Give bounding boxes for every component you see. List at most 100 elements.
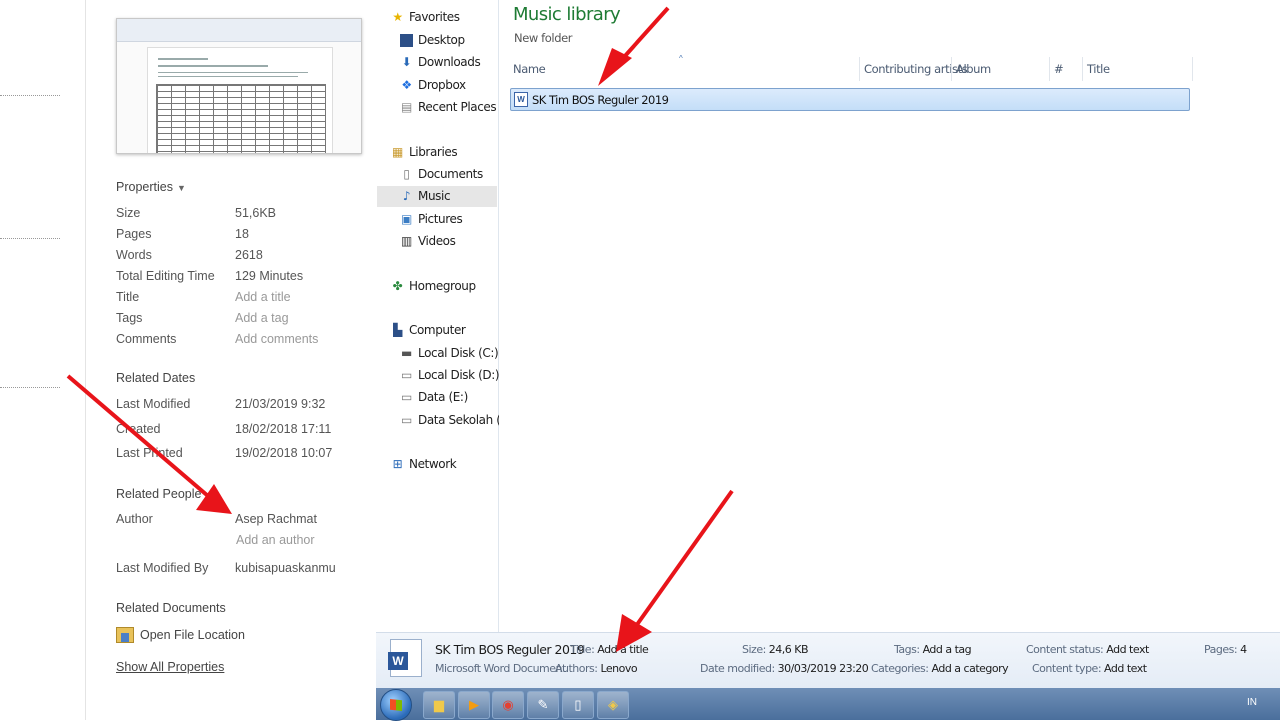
details-filename: SK Tim BOS Reguler 2019 <box>435 642 585 657</box>
nav-music[interactable]: ♪ Music <box>400 188 451 203</box>
nav-local-disk-c[interactable]: ▬ Local Disk (C:) <box>400 345 499 360</box>
details-date-modified-label: Date modified: <box>700 662 775 675</box>
folder-icon: ▆ <box>434 697 444 712</box>
tags-field[interactable]: Add a tag <box>235 311 289 325</box>
prop-value-words: 2618 <box>235 248 263 262</box>
show-all-properties-link[interactable]: Show All Properties <box>116 660 224 674</box>
file-name: SK Tim BOS Reguler 2019 <box>532 92 669 107</box>
prop-label: Size <box>116 206 141 220</box>
author-label: Author <box>116 512 153 526</box>
desktop-icon <box>400 33 413 47</box>
start-button[interactable] <box>380 689 412 721</box>
related-documents-header: Related Documents <box>116 601 226 615</box>
details-size-label: Size: <box>742 643 766 656</box>
details-authors-label: Authors: <box>555 662 598 675</box>
drive-icon: ▬ <box>401 345 412 360</box>
dropbox-icon: ❖ <box>401 77 412 92</box>
details-date-modified-value[interactable]: 30/03/2019 23:20 <box>778 662 869 675</box>
author-value[interactable]: Asep Rachmat <box>235 512 317 526</box>
libraries-icon: ▦ <box>392 144 403 159</box>
column-header-album[interactable]: Album <box>956 62 991 76</box>
comments-field[interactable]: Add comments <box>235 332 318 346</box>
nav-data-e[interactable]: ▭ Data (E:) <box>400 390 468 404</box>
app-icon: ✎ <box>537 697 549 712</box>
videos-icon: ▥ <box>401 233 412 248</box>
column-header-name[interactable]: Name <box>513 62 546 76</box>
date-value-created: 18/02/2018 17:11 <box>235 422 332 436</box>
nav-favorites[interactable]: ★ Favorites <box>391 10 460 24</box>
taskbar-explorer-button[interactable]: ▆ <box>423 691 455 719</box>
taskbar-app-button[interactable]: ▯ <box>562 691 594 719</box>
nav-computer[interactable]: ▙ Computer <box>391 323 466 337</box>
nav-data-sekolah-f[interactable]: ▭ Data Sekolah (F:) <box>400 413 514 427</box>
word-document-icon: W <box>514 92 528 107</box>
details-pane: SK Tim BOS Reguler 2019 Microsoft Word D… <box>376 632 1280 689</box>
nav-desktop[interactable]: Desktop <box>400 33 465 47</box>
file-row[interactable]: W SK Tim BOS Reguler 2019 <box>510 88 1190 111</box>
date-label: Created <box>116 422 161 436</box>
media-player-icon: ▶ <box>469 697 479 712</box>
nav-videos[interactable]: ▥ Videos <box>400 233 456 248</box>
details-content-status-value[interactable]: Add text <box>1106 643 1149 656</box>
drive-icon: ▭ <box>401 389 412 404</box>
document-thumbnail[interactable] <box>116 18 362 154</box>
word-document-icon <box>388 639 422 677</box>
nav-recent-places[interactable]: ▤ Recent Places <box>400 100 497 114</box>
details-content-type-label: Content type: <box>1032 662 1102 675</box>
open-file-location-label: Open File Location <box>140 628 245 642</box>
related-people-header: Related People <box>116 487 202 501</box>
folder-icon <box>116 627 134 643</box>
title-field[interactable]: Add a title <box>235 290 291 304</box>
details-title-value[interactable]: Add a title <box>597 643 649 656</box>
divider <box>0 238 60 239</box>
details-content-type-value[interactable]: Add text <box>1104 662 1147 675</box>
sort-up-icon: ^ <box>679 54 683 63</box>
details-title-label: Title: <box>570 643 595 656</box>
network-icon: ⊞ <box>392 456 403 471</box>
details-size-value: 24,6 KB <box>768 643 809 656</box>
nav-pictures[interactable]: ▣ Pictures <box>400 211 463 226</box>
taskbar-app-button[interactable]: ✎ <box>527 691 559 719</box>
column-header-title[interactable]: Title <box>1087 62 1110 76</box>
properties-header[interactable]: Properties ▼ <box>116 180 186 194</box>
prop-label: Comments <box>116 332 177 346</box>
language-indicator[interactable]: IN <box>1247 697 1257 708</box>
divider <box>0 387 60 388</box>
last-modified-by-value: kubisapuaskanmu <box>235 561 336 575</box>
homegroup-icon: ✤ <box>392 278 403 293</box>
nav-network[interactable]: ⊞ Network <box>391 456 457 471</box>
app-icon: ◈ <box>608 697 618 712</box>
add-author-field[interactable]: Add an author <box>236 533 315 547</box>
pictures-icon: ▣ <box>401 211 412 226</box>
nav-homegroup[interactable]: ✤ Homegroup <box>391 279 476 293</box>
document-properties-panel: Properties ▼ Size 51,6KB Pages 18 Words 2… <box>86 0 376 720</box>
prop-label: Words <box>116 248 152 262</box>
date-label: Last Printed <box>116 446 183 460</box>
last-modified-by-label: Last Modified By <box>116 561 209 575</box>
nav-local-disk-d[interactable]: ▭ Local Disk (D:) <box>400 368 500 382</box>
nav-documents[interactable]: ▯ Documents <box>400 167 483 181</box>
file-list-pane: Music library New folder Name ^ Contribu… <box>499 0 1280 632</box>
details-authors-value[interactable]: Lenovo <box>600 662 637 675</box>
open-file-location-link[interactable]: Open File Location <box>116 627 245 643</box>
details-categories-value[interactable]: Add a category <box>932 662 1009 675</box>
nav-libraries[interactable]: ▦ Libraries <box>391 144 458 159</box>
nav-downloads[interactable]: ⬇ Downloads <box>400 55 481 69</box>
chevron-down-icon[interactable]: ▼ <box>177 183 186 193</box>
taskbar: ▆ ▶ ◉ ✎ ▯ ◈ IN <box>376 688 1280 721</box>
library-subtitle: New folder <box>514 31 573 45</box>
library-title: Music library <box>513 4 621 25</box>
taskbar-app-button[interactable]: ◈ <box>597 691 629 719</box>
taskbar-chrome-button[interactable]: ◉ <box>492 691 524 719</box>
column-header-number[interactable]: # <box>1054 62 1064 76</box>
divider <box>0 95 60 96</box>
details-content-status-label: Content status: <box>1026 643 1104 656</box>
music-icon: ♪ <box>402 188 411 203</box>
details-tags-value[interactable]: Add a tag <box>923 643 972 656</box>
star-icon: ★ <box>392 9 403 24</box>
explorer-navigation-pane: ★ Favorites Desktop ⬇ Downloads ❖ Dropbox ▤… <box>376 0 514 632</box>
prop-label: Pages <box>116 227 152 241</box>
nav-dropbox[interactable]: ❖ Dropbox <box>400 78 466 92</box>
related-dates-header: Related Dates <box>116 371 196 385</box>
taskbar-media-button[interactable]: ▶ <box>458 691 490 719</box>
